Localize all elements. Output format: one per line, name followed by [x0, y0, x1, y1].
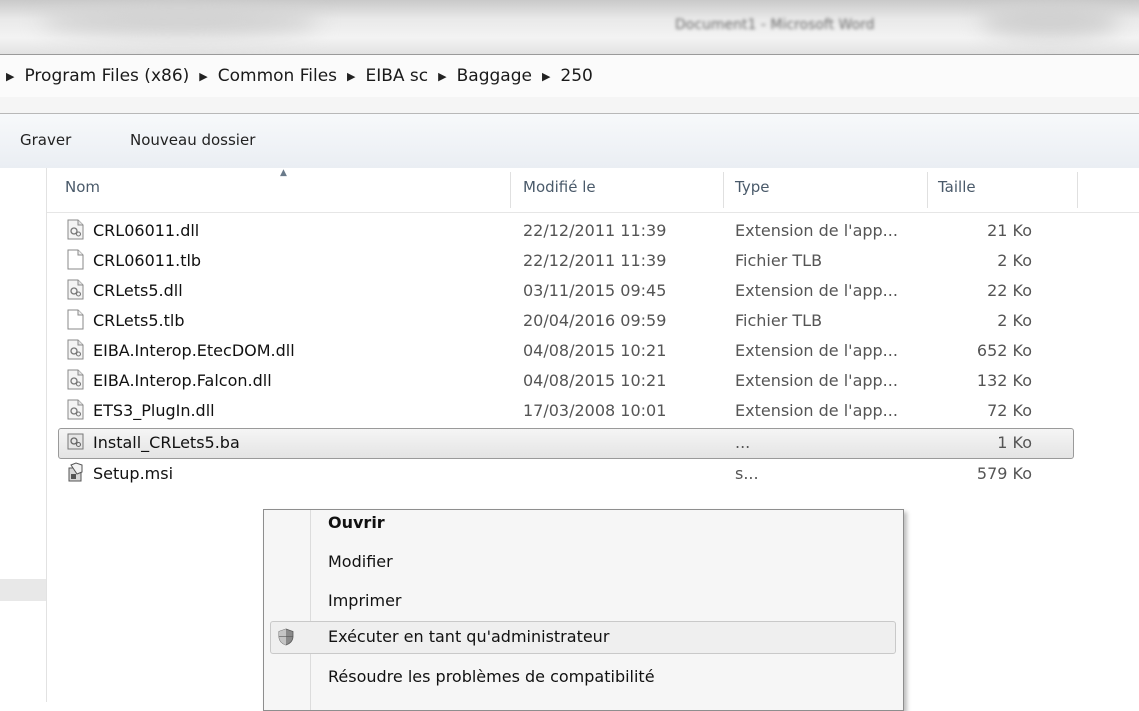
- file-name[interactable]: CRLets5.tlb: [93, 311, 185, 330]
- file-row[interactable]: CRL06011.dll 22/12/2011 11:39 Extension de…: [47, 216, 1139, 245]
- column-header-modified[interactable]: Modifié le: [523, 178, 596, 196]
- dll-icon: [67, 279, 84, 300]
- breadcrumb-item[interactable]: ▶ Baggage: [428, 66, 532, 86]
- file-icon: [67, 309, 84, 330]
- menu-icon-gutter: [310, 510, 311, 710]
- file-type: s...: [735, 464, 759, 483]
- msi-icon: [68, 462, 83, 482]
- file-size: 72 Ko: [987, 401, 1032, 420]
- file-name[interactable]: Setup.msi: [93, 464, 173, 483]
- breadcrumb-label[interactable]: Baggage: [457, 66, 532, 86]
- menu-item-open[interactable]: Ouvrir: [328, 513, 385, 532]
- breadcrumb-label[interactable]: Common Files: [218, 66, 337, 86]
- file-type: Extension de l'app...: [735, 401, 898, 420]
- column-divider[interactable]: [510, 172, 511, 208]
- file-modified: 22/12/2011 11:39: [523, 221, 667, 240]
- title-bar-blur: [980, 4, 1120, 38]
- menu-item-print[interactable]: Imprimer: [328, 591, 402, 610]
- navigation-pane[interactable]: [0, 168, 47, 702]
- command-bar: Graver Nouveau dossier: [0, 114, 1139, 169]
- file-type: Extension de l'app...: [735, 281, 898, 300]
- file-size: 652 Ko: [976, 341, 1032, 360]
- file-type: ...: [735, 433, 751, 452]
- file-row[interactable]: EIBA.Interop.Falcon.dll 04/08/2015 10:21 E…: [47, 366, 1139, 395]
- file-name[interactable]: ETS3_PlugIn.dll: [93, 401, 215, 420]
- file-row[interactable]: Setup.msi s... 579 Ko: [47, 459, 1139, 488]
- breadcrumb-item[interactable]: ▶ Program Files (x86): [0, 66, 189, 86]
- breadcrumb-item[interactable]: ▶ Common Files: [189, 66, 337, 86]
- file-size: 2 Ko: [997, 251, 1032, 270]
- breadcrumb-label[interactable]: EIBA sc: [365, 66, 428, 86]
- file-modified: 22/12/2011 11:39: [523, 251, 667, 270]
- dll-icon: [67, 219, 84, 240]
- file-name[interactable]: EIBA.Interop.EtecDOM.dll: [93, 341, 295, 360]
- dll-icon: [67, 369, 84, 390]
- column-divider[interactable]: [723, 172, 724, 208]
- file-size: 132 Ko: [976, 371, 1032, 390]
- window-title-bar: Document1 - Microsoft Word: [0, 0, 1139, 54]
- file-name[interactable]: CRLets5.dll: [93, 281, 183, 300]
- file-size: 2 Ko: [997, 311, 1032, 330]
- file-row[interactable]: EIBA.Interop.EtecDOM.dll 04/08/2015 10:21…: [47, 336, 1139, 365]
- menu-item-edit[interactable]: Modifier: [328, 552, 393, 571]
- file-modified: 17/03/2008 10:01: [523, 401, 667, 420]
- column-header-size[interactable]: Taille: [938, 178, 976, 196]
- file-modified: 20/04/2016 09:59: [523, 311, 667, 330]
- new-folder-button[interactable]: Nouveau dossier: [130, 131, 255, 149]
- breadcrumb-label[interactable]: 250: [560, 66, 592, 86]
- breadcrumb-arrow-icon[interactable]: ▶: [6, 70, 14, 83]
- breadcrumb-item[interactable]: ▶ 250: [532, 66, 593, 86]
- shield-icon: [278, 628, 294, 646]
- dll-icon: [67, 339, 84, 360]
- sort-ascending-icon: ▲: [280, 168, 287, 178]
- file-size: 579 Ko: [976, 464, 1032, 483]
- breadcrumb-item[interactable]: ▶ EIBA sc: [337, 66, 428, 86]
- address-bar[interactable]: ▶ Program Files (x86) ▶ Common Files ▶ EIBA…: [0, 54, 1139, 98]
- column-divider[interactable]: [1077, 172, 1078, 208]
- file-row[interactable]: CRLets5.tlb 20/04/2016 09:59 Fichier TLB 2 …: [47, 306, 1139, 335]
- column-header-row: ▲ Nom Modifié le Type Taille: [47, 168, 1139, 213]
- breadcrumb-arrow-icon[interactable]: ▶: [542, 70, 550, 83]
- menu-item-run-as-administrator[interactable]: Exécuter en tant qu'administrateur: [328, 627, 609, 646]
- breadcrumb-arrow-icon[interactable]: ▶: [347, 70, 355, 83]
- file-type: Fichier TLB: [735, 251, 823, 270]
- file-type: Extension de l'app...: [735, 341, 898, 360]
- column-divider[interactable]: [927, 172, 928, 208]
- file-row[interactable]: CRLets5.dll 03/11/2015 09:45 Extension de …: [47, 276, 1139, 305]
- file-size: 21 Ko: [987, 221, 1032, 240]
- file-size: 1 Ko: [997, 433, 1032, 452]
- batch-icon: [67, 433, 84, 450]
- file-modified: 04/08/2015 10:21: [523, 371, 667, 390]
- file-modified: 04/08/2015 10:21: [523, 341, 667, 360]
- file-type: Fichier TLB: [735, 311, 823, 330]
- file-size: 22 Ko: [987, 281, 1032, 300]
- file-modified: 03/11/2015 09:45: [523, 281, 667, 300]
- file-row[interactable]: CRL06011.tlb 22/12/2011 11:39 Fichier TLB 2…: [47, 246, 1139, 275]
- file-name[interactable]: CRL06011.dll: [93, 221, 199, 240]
- dll-icon: [67, 399, 84, 420]
- column-header-type[interactable]: Type: [735, 178, 769, 196]
- file-icon: [67, 249, 84, 270]
- column-header-name[interactable]: Nom: [65, 178, 100, 196]
- menu-item-troubleshoot-compatibility[interactable]: Résoudre les problèmes de compatibilité: [328, 667, 655, 686]
- title-bar-blur: [40, 6, 320, 36]
- file-row[interactable]: ETS3_PlugIn.dll 17/03/2008 10:01 Extension…: [47, 396, 1139, 425]
- window-title: Document1 - Microsoft Word: [675, 17, 875, 33]
- breadcrumb-arrow-icon[interactable]: ▶: [199, 70, 207, 83]
- context-menu: Ouvrir Modifier Imprimer Exécuter en tan…: [263, 509, 904, 711]
- file-name[interactable]: Install_CRLets5.ba: [93, 433, 240, 452]
- file-name[interactable]: EIBA.Interop.Falcon.dll: [93, 371, 272, 390]
- breadcrumb-arrow-icon[interactable]: ▶: [438, 70, 446, 83]
- breadcrumb-label[interactable]: Program Files (x86): [24, 66, 189, 86]
- file-row[interactable]: Install_CRLets5.ba... 1 Ko: [47, 428, 1139, 459]
- toolbar-separator: [0, 97, 1139, 114]
- file-type: Extension de l'app...: [735, 221, 898, 240]
- burn-button[interactable]: Graver: [20, 131, 71, 149]
- file-type: Extension de l'app...: [735, 371, 898, 390]
- navigation-pane-selection[interactable]: [0, 579, 46, 601]
- file-name[interactable]: CRL06011.tlb: [93, 251, 201, 270]
